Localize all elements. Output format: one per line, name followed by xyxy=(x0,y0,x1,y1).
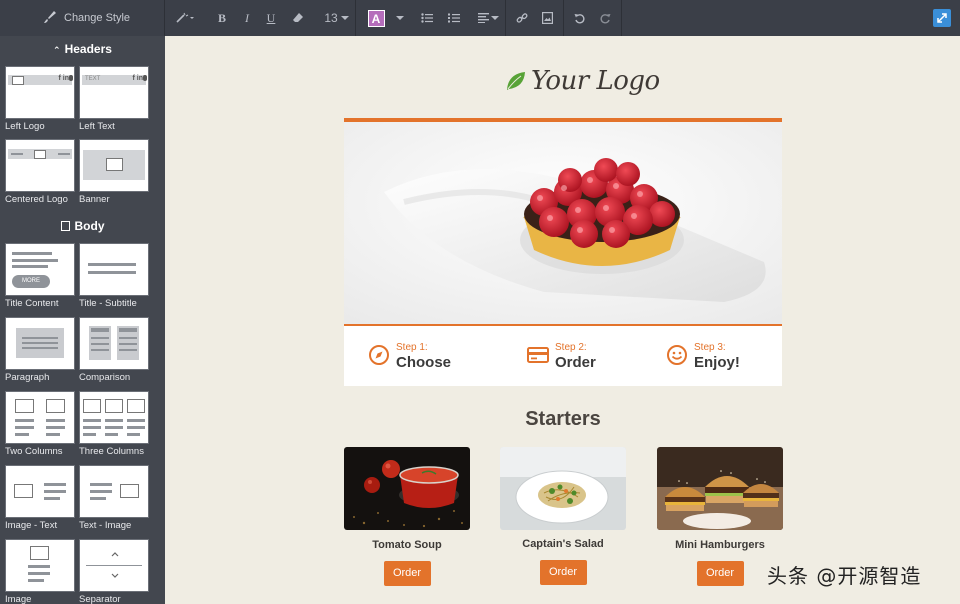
chevron-down-icon xyxy=(111,573,119,578)
italic-button[interactable]: I xyxy=(240,0,254,36)
raspberry-tart-photo xyxy=(344,122,782,324)
text-color-swatch: A xyxy=(367,9,385,27)
step-3: Step 3: Enjoy! xyxy=(666,342,740,371)
hero-image[interactable] xyxy=(344,122,782,324)
block-thumbnail xyxy=(79,539,149,592)
fullscreen-button[interactable] xyxy=(933,9,951,27)
underline-button[interactable]: U xyxy=(264,0,278,36)
block-thumbnail: f in xyxy=(5,66,75,119)
block-thumbnail xyxy=(5,539,75,592)
chevron-up-icon xyxy=(111,552,119,557)
caret-down-icon xyxy=(491,16,499,20)
block-separator[interactable]: Separator xyxy=(79,539,149,604)
steps-row: Step 1: Choose Step 2: Order Step 3: Enjoy! xyxy=(344,324,782,386)
align-left-icon xyxy=(478,13,489,23)
block-thumbnail xyxy=(79,391,149,444)
leaf-icon xyxy=(507,72,525,90)
expand-icon xyxy=(937,13,947,23)
mini-hamburgers-photo[interactable] xyxy=(657,447,783,530)
product-card: Mini Hamburgers Order xyxy=(657,447,783,586)
compass-icon xyxy=(369,345,389,365)
insert-image-button[interactable] xyxy=(540,0,564,36)
bold-button[interactable]: B xyxy=(215,0,229,36)
top-toolbar: Change Style B I U 13 A xyxy=(0,0,960,36)
clear-format-button[interactable] xyxy=(290,0,306,36)
email-canvas: Your Logo Step 1: Choose Step 2: Order S… xyxy=(165,36,960,604)
product-card: Tomato Soup Order xyxy=(344,447,470,586)
block-comparison[interactable]: Comparison xyxy=(79,317,149,383)
block-thumbnail xyxy=(5,465,75,518)
eraser-icon xyxy=(293,13,303,22)
bullet-list-icon xyxy=(421,13,433,23)
captains-salad-photo[interactable] xyxy=(500,447,626,530)
block-thumbnail xyxy=(5,317,75,370)
block-image-text[interactable]: Image - Text xyxy=(5,465,75,531)
redo-button[interactable] xyxy=(596,0,622,36)
section-title-starters: Starters xyxy=(525,408,601,430)
italic-icon: I xyxy=(245,10,249,25)
order-button[interactable]: Order xyxy=(696,561,744,586)
block-three-columns[interactable]: Three Columns xyxy=(79,391,149,457)
undo-icon xyxy=(574,13,585,24)
redo-icon xyxy=(600,13,611,24)
credit-card-icon xyxy=(527,347,549,363)
block-thumbnail xyxy=(5,391,75,444)
image-icon xyxy=(542,12,553,24)
step-1: Step 1: Choose xyxy=(368,342,451,371)
block-title-subtitle[interactable]: Title - Subtitle xyxy=(79,243,149,309)
block-left-logo[interactable]: f in Left Logo xyxy=(5,66,75,132)
block-banner[interactable]: Banner xyxy=(79,139,149,205)
block-left-text[interactable]: TEXT f in Left Text xyxy=(79,66,149,132)
link-icon xyxy=(516,13,528,23)
block-image[interactable]: Image xyxy=(5,539,75,604)
body-section-title[interactable]: Body xyxy=(0,219,165,233)
chevron-up-icon: ⌃ xyxy=(53,45,61,55)
block-thumbnail xyxy=(79,243,149,296)
block-thumbnail xyxy=(79,317,149,370)
headers-section-title[interactable]: ⌃ Headers xyxy=(0,42,165,56)
font-size-dropdown[interactable]: 13 xyxy=(318,0,356,36)
align-dropdown[interactable] xyxy=(472,0,506,36)
block-thumbnail xyxy=(5,139,75,192)
brush-icon xyxy=(44,11,56,23)
product-card: Captain's Salad Order xyxy=(500,447,626,585)
wand-icon xyxy=(176,12,194,23)
numbered-list-icon xyxy=(448,13,460,23)
twitter-icon xyxy=(69,75,73,81)
twitter-icon xyxy=(143,75,147,81)
order-button[interactable]: Order xyxy=(383,561,431,586)
block-title-content[interactable]: MORE Title Content xyxy=(5,243,75,309)
block-thumbnail: MORE xyxy=(5,243,75,296)
email-logo[interactable]: Your Logo xyxy=(505,66,660,96)
bullet-list-button[interactable] xyxy=(419,0,435,36)
link-button[interactable] xyxy=(514,0,530,36)
smiley-icon xyxy=(667,345,687,365)
change-style-button[interactable]: Change Style xyxy=(0,0,165,36)
block-two-columns[interactable]: Two Columns xyxy=(5,391,75,457)
magic-wand-dropdown[interactable] xyxy=(172,0,198,36)
order-button[interactable]: Order xyxy=(539,560,587,585)
caret-down-icon xyxy=(396,16,404,20)
block-text-image[interactable]: Text - Image xyxy=(79,465,149,531)
caret-down-icon xyxy=(340,16,349,20)
underline-icon: U xyxy=(266,10,276,25)
change-style-label: Change Style xyxy=(64,12,131,24)
watermark: 头条 @开源智造 xyxy=(767,564,922,588)
text-color-dropdown[interactable] xyxy=(394,0,406,36)
blocks-sidebar: ⌃ Headers f in Left Logo TEXT f in Left T… xyxy=(0,36,165,604)
email-body: Step 1: Choose Step 2: Order Step 3: Enjoy! xyxy=(344,118,782,386)
font-size-value: 13 xyxy=(324,11,338,25)
block-centered-logo[interactable]: Centered Logo xyxy=(5,139,75,205)
undo-button[interactable] xyxy=(572,0,586,36)
block-thumbnail xyxy=(79,465,149,518)
copy-icon xyxy=(60,221,70,231)
step-2: Step 2: Order xyxy=(527,342,596,371)
block-paragraph[interactable]: Paragraph xyxy=(5,317,75,383)
numbered-list-button[interactable] xyxy=(446,0,462,36)
bold-icon: B xyxy=(217,10,226,25)
block-thumbnail: TEXT f in xyxy=(79,66,149,119)
tomato-soup-photo[interactable] xyxy=(344,447,470,530)
block-thumbnail xyxy=(79,139,149,192)
text-color-button[interactable]: A xyxy=(366,0,386,36)
